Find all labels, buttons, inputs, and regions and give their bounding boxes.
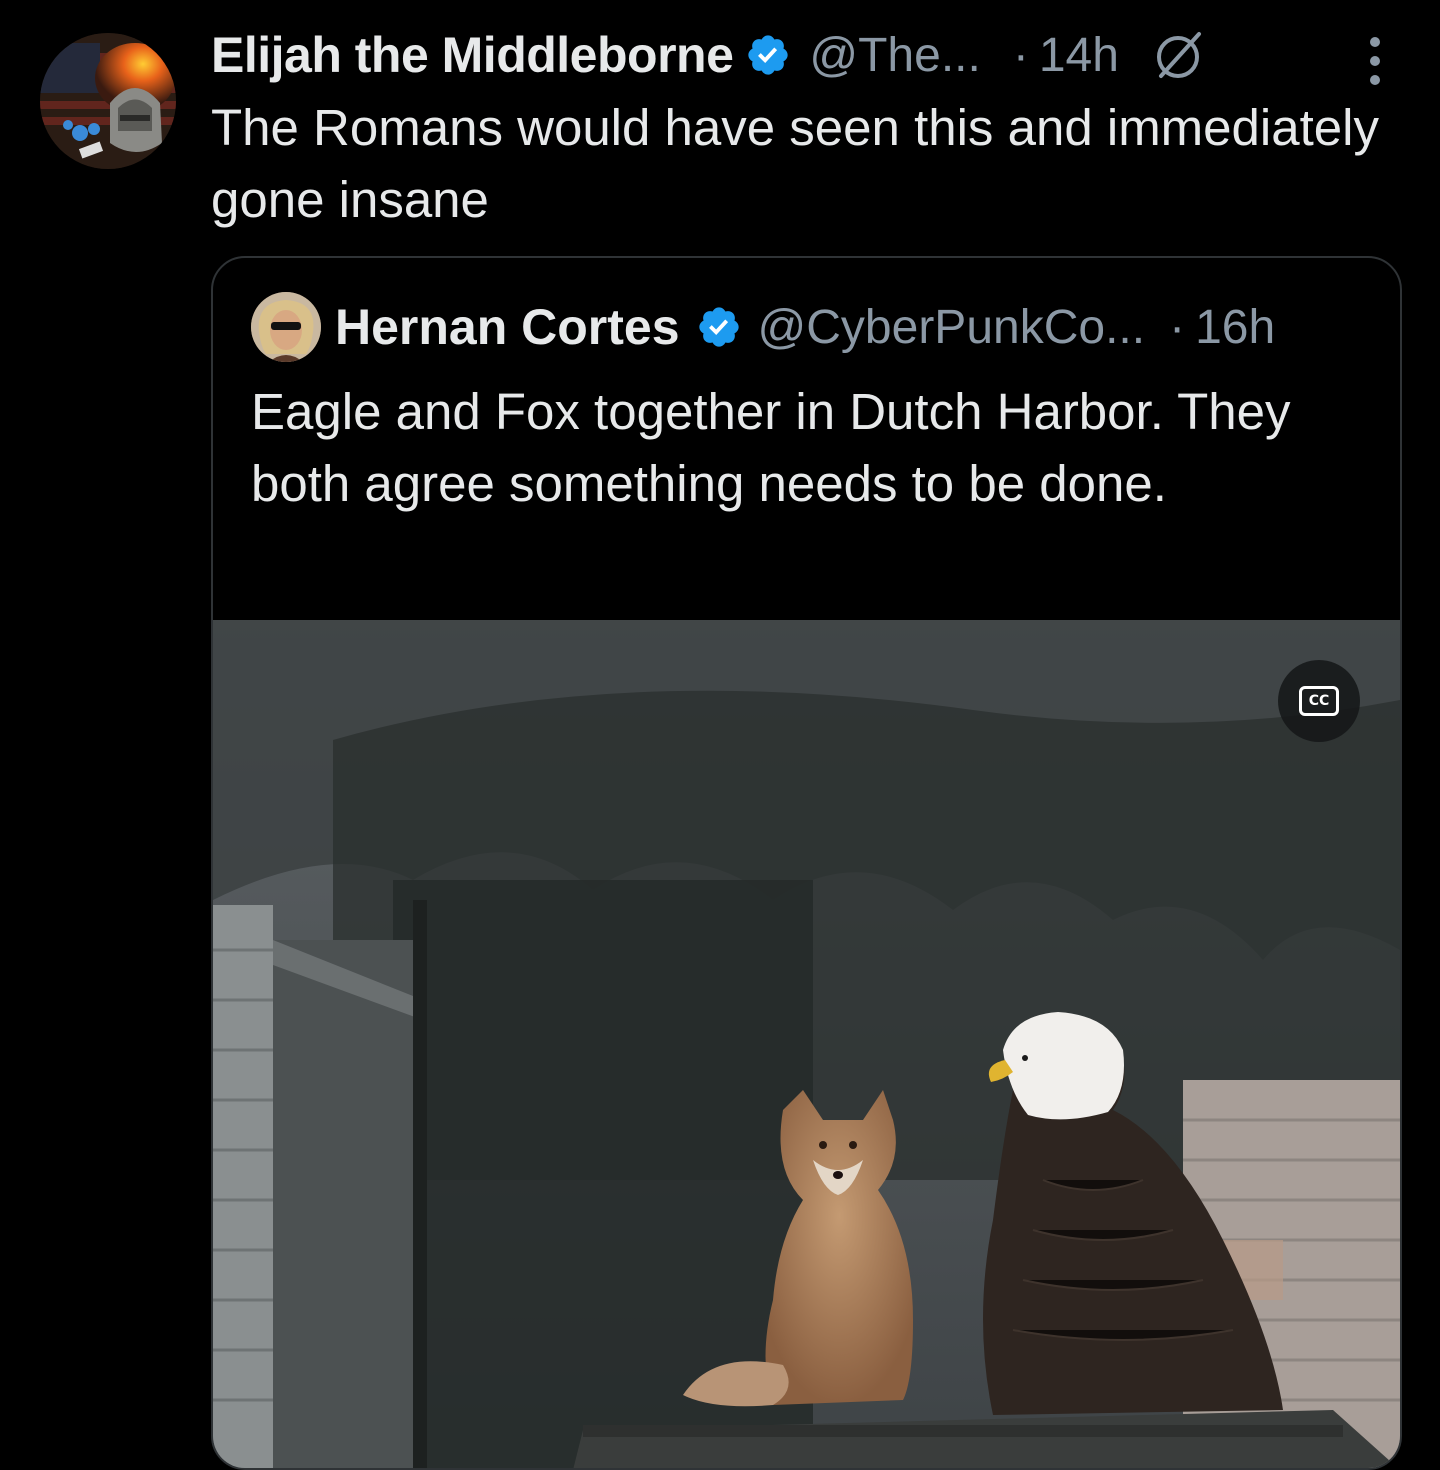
video-frame xyxy=(213,620,1400,1468)
verified-badge-icon xyxy=(698,307,739,347)
grok-icon[interactable] xyxy=(1149,26,1207,84)
tweet-timestamp[interactable]: 14h xyxy=(1039,28,1119,83)
verified-badge-icon xyxy=(748,35,789,75)
quoted-tweet[interactable]: Hernan Cortes @CyberPunkCo... · 16h Eagl… xyxy=(211,256,1402,1470)
quoted-author-display-name[interactable]: Hernan Cortes xyxy=(335,298,680,356)
quoted-author-handle[interactable]: @CyberPunkCo... xyxy=(758,300,1146,355)
tweet-header: Elijah the Middleborne @The... · 14h xyxy=(211,22,1411,88)
more-options-icon[interactable] xyxy=(1355,34,1395,88)
quoted-tweet-timestamp[interactable]: 16h xyxy=(1195,300,1275,355)
quoted-author-avatar[interactable] xyxy=(251,292,321,362)
separator-dot: · xyxy=(1169,300,1186,354)
closed-captions-icon: CC xyxy=(1299,686,1339,716)
quoted-tweet-text: Eagle and Fox together in Dutch Harbor. … xyxy=(251,383,1291,512)
author-display-name[interactable]: Elijah the Middleborne xyxy=(211,26,734,84)
tweet-text: The Romans would have seen this and imme… xyxy=(211,99,1379,228)
author-avatar[interactable] xyxy=(40,33,176,169)
video-player[interactable]: CC xyxy=(213,620,1400,1468)
closed-captions-button[interactable]: CC xyxy=(1278,660,1360,742)
tweet[interactable]: Elijah the Middleborne @The... · 14h The… xyxy=(0,0,1440,1470)
author-handle[interactable]: @The... xyxy=(809,28,980,83)
separator-dot: · xyxy=(1012,28,1029,82)
quoted-tweet-header: Hernan Cortes @CyberPunkCo... · 16h xyxy=(251,292,1275,362)
